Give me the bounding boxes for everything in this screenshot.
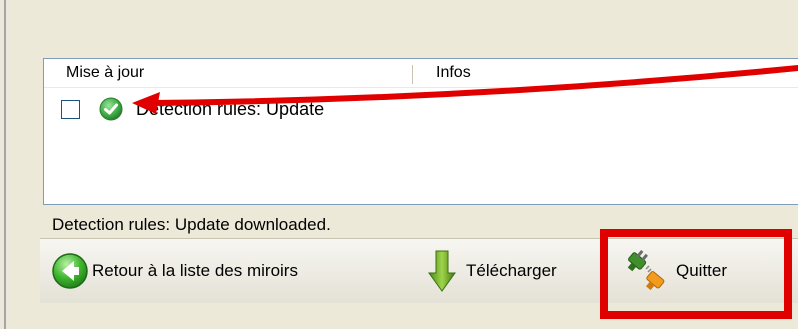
quit-label: Quitter (676, 261, 728, 280)
border-line (4, 0, 6, 329)
download-button[interactable]: Télécharger (428, 239, 557, 303)
bottom-toolbar: Retour à la liste des miroirs Télécharge… (40, 238, 798, 303)
update-panel: Mise à jour Infos Detection rules: Updat… (10, 0, 798, 329)
quit-button[interactable]: Quitter (622, 239, 727, 303)
update-checkbox[interactable] (61, 100, 80, 119)
column-header-update[interactable]: Mise à jour (66, 64, 144, 82)
back-arrow-icon (52, 253, 88, 289)
download-label: Télécharger (466, 261, 557, 280)
list-header: Mise à jour Infos (44, 59, 798, 88)
update-list[interactable]: Mise à jour Infos Detection rules: Updat… (43, 58, 798, 205)
download-arrow-icon (428, 250, 456, 292)
status-text: Detection rules: Update downloaded. (52, 215, 331, 234)
update-name: Detection rules: Update (136, 99, 325, 119)
back-to-mirrors-button[interactable]: Retour à la liste des miroirs (50, 239, 298, 303)
unplug-icon (627, 249, 665, 291)
column-header-info[interactable]: Infos (436, 64, 471, 82)
check-circle-icon (99, 97, 123, 121)
back-to-mirrors-label: Retour à la liste des miroirs (92, 261, 298, 280)
column-separator[interactable] (412, 65, 413, 84)
window-left-border (0, 0, 10, 329)
list-item[interactable]: Detection rules: Update (44, 87, 798, 121)
